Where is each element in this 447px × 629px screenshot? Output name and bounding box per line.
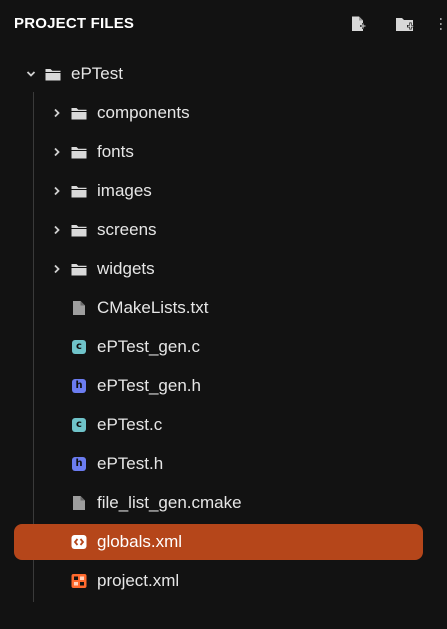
project-files-panel: PROJECT FILES ePTest components fonts im… [0, 0, 447, 629]
tree-root-eptest[interactable]: ePTest [14, 56, 423, 92]
new-file-button[interactable] [347, 13, 369, 35]
tree-item-label: images [97, 181, 152, 200]
new-folder-icon [395, 15, 415, 33]
file-icon [70, 495, 88, 511]
folder-icon [70, 261, 88, 277]
tree-item-label: widgets [97, 259, 155, 278]
tree-item-label: ePTest [71, 64, 123, 83]
panel-header: PROJECT FILES [0, 0, 447, 48]
folder-icon [44, 66, 62, 82]
new-folder-button[interactable] [394, 13, 416, 35]
chevron-right-icon[interactable] [50, 184, 64, 198]
h-file-icon: h [70, 456, 88, 472]
tree-folder-fonts[interactable]: fonts [14, 134, 423, 170]
tree-item-label: ePTest.h [97, 454, 164, 473]
collapse-all-button[interactable] [436, 13, 447, 35]
tree-item-label: file_list_gen.cmake [97, 493, 242, 512]
h-badge: h [72, 457, 86, 471]
panel-title: PROJECT FILES [14, 15, 135, 32]
tree-file-eptest-c[interactable]: c ePTest.c [14, 407, 423, 443]
tree-file-cmakelists[interactable]: CMakeLists.txt [14, 290, 423, 326]
tree-item-label: CMakeLists.txt [97, 298, 209, 317]
tree-file-globals-xml[interactable]: globals.xml [14, 524, 423, 560]
tree-file-eptest-gen-h[interactable]: h ePTest_gen.h [14, 368, 423, 404]
tree-folder-images[interactable]: images [14, 173, 423, 209]
tree-item-label: ePTest.c [97, 415, 163, 434]
tree-item-label: globals.xml [97, 532, 183, 551]
c-file-icon: c [70, 417, 88, 433]
tree-file-file-list-gen-cmake[interactable]: file_list_gen.cmake [14, 485, 423, 521]
project-xml-icon [70, 573, 88, 589]
tree-item-label: fonts [97, 142, 134, 161]
folder-icon [70, 144, 88, 160]
chevron-right-icon[interactable] [50, 106, 64, 120]
collapse-icon [436, 15, 447, 33]
tree-item-label: screens [97, 220, 157, 239]
c-file-icon: c [70, 339, 88, 355]
new-file-icon [349, 15, 367, 33]
tree-folder-widgets[interactable]: widgets [14, 251, 423, 287]
tree-file-project-xml[interactable]: project.xml [14, 563, 423, 599]
h-badge: h [72, 379, 86, 393]
c-badge: c [72, 340, 86, 354]
chevron-down-icon[interactable] [24, 67, 38, 81]
tree-item-label: ePTest_gen.h [97, 376, 201, 395]
tree-file-eptest-h[interactable]: h ePTest.h [14, 446, 423, 482]
chevron-right-icon[interactable] [50, 145, 64, 159]
chevron-right-icon[interactable] [50, 223, 64, 237]
chevron-right-icon[interactable] [50, 262, 64, 276]
c-badge: c [72, 418, 86, 432]
xml-icon [70, 534, 88, 550]
tree-folder-components[interactable]: components [14, 95, 423, 131]
tree-item-label: ePTest_gen.c [97, 337, 201, 356]
tree-folder-screens[interactable]: screens [14, 212, 423, 248]
folder-icon [70, 222, 88, 238]
folder-icon [70, 183, 88, 199]
folder-icon [70, 105, 88, 121]
tree-item-label: components [97, 103, 190, 122]
h-file-icon: h [70, 378, 88, 394]
file-icon [70, 300, 88, 316]
tree-file-eptest-gen-c[interactable]: c ePTest_gen.c [14, 329, 423, 365]
tree-item-label: project.xml [97, 571, 180, 590]
